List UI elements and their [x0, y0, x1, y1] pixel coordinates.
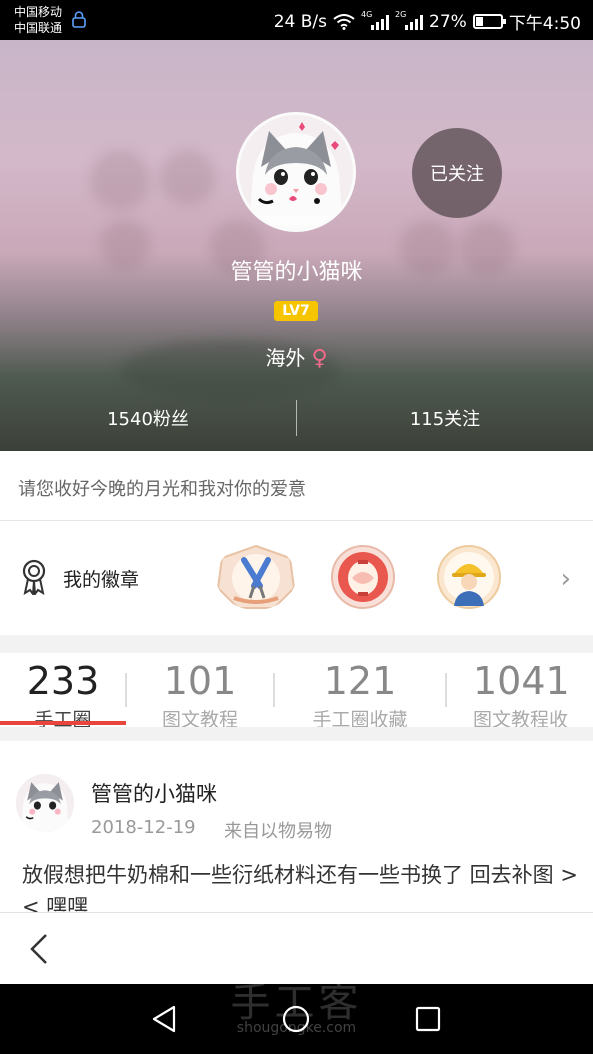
status-indicators: 24 B/s 4G 2G 27% 下午4:50: [273, 9, 581, 35]
status-bar: 中国移动 中国联通 24 B/s 4G 2G 27% 下午4:50: [0, 0, 593, 40]
nav-back-button[interactable]: [148, 1002, 182, 1036]
profile-header: 已关注 管管的小猫咪 LV7 海外 ♀ 1540粉丝 115关注: [0, 40, 593, 451]
tab-circle-favorites[interactable]: 121 手工圈收藏: [275, 653, 445, 727]
system-nav-bar: 手工客 shougongke.com: [0, 980, 593, 1054]
tab-tutorials[interactable]: 101 图文教程: [127, 653, 273, 727]
clock: 下午4:50: [508, 14, 581, 34]
lantern-badge[interactable]: [330, 544, 396, 610]
tab-count: 1041: [473, 659, 570, 703]
profile-screen: 中国移动 中国联通 24 B/s 4G 2G 27% 下午4:50 已关注 管管…: [0, 0, 593, 1054]
back-button[interactable]: [22, 929, 62, 969]
following-count[interactable]: 115关注: [297, 398, 593, 438]
carrier-1: 中国移动: [14, 5, 63, 19]
pliers-badge[interactable]: [216, 544, 296, 610]
tab-label: 图文教程: [161, 709, 238, 727]
tab-count: 101: [163, 659, 237, 703]
post-date: 2018-12-19: [91, 817, 196, 838]
cat-avatar-image: [239, 115, 353, 229]
section-gap: [0, 727, 593, 741]
signal-2-icon: 2G: [395, 10, 424, 30]
tab-label: 图文教程收: [473, 709, 569, 727]
fans-count[interactable]: 1540粉丝: [0, 398, 296, 438]
medal-icon: [22, 559, 46, 595]
tab-handcraft-circle[interactable]: 233 手工圈: [0, 653, 126, 727]
location-row: 海外 ♀: [0, 342, 593, 371]
badges-label: 我的徽章: [63, 569, 140, 591]
profile-avatar[interactable]: [236, 112, 356, 232]
post-author-avatar[interactable]: [16, 774, 74, 832]
nav-recents-button[interactable]: [411, 1002, 445, 1036]
back-arrow-icon: [30, 934, 47, 964]
carrier-info: 中国移动 中国联通: [14, 4, 62, 36]
post-text[interactable]: 放假想把牛奶棉和一些衍纸材料还有一些书换了 回去补图 >< 嘿嘿: [22, 859, 582, 912]
female-icon: ♀: [311, 346, 328, 371]
circle-home-icon: [282, 1005, 310, 1033]
battery-percent: 27%: [429, 11, 467, 32]
chevron-right-icon[interactable]: ›: [561, 564, 571, 594]
battery-icon: [472, 14, 506, 29]
location-text: 海外: [265, 346, 306, 370]
tab-label: 手工圈收藏: [312, 709, 408, 727]
net-speed: 24 B/s: [273, 11, 328, 32]
level-badge: LV7: [274, 301, 318, 321]
follow-stats: 1540粉丝 115关注: [0, 398, 593, 438]
square-recents-icon: [415, 1006, 441, 1032]
wifi-icon: [333, 13, 355, 30]
profile-username: 管管的小猫咪: [230, 260, 363, 285]
post-source: 来自以物易物: [224, 821, 332, 842]
content-tabs: 233 手工圈 101 图文教程 121 手工圈收藏 1041 图文教程收: [0, 653, 593, 727]
post-author-name[interactable]: 管管的小猫咪: [91, 778, 217, 808]
nav-home-button[interactable]: [279, 1002, 313, 1036]
tab-count: 121: [323, 659, 397, 703]
active-tab-indicator: [0, 721, 126, 725]
signal-1-icon: 4G: [361, 10, 390, 30]
cat-avatar-image: [16, 774, 74, 832]
triangle-back-icon: [152, 1005, 176, 1033]
tab-count: 233: [26, 659, 100, 703]
follow-button[interactable]: 已关注: [412, 128, 502, 218]
tab-tutorial-favorites[interactable]: 1041 图文教程收: [447, 653, 593, 727]
vpn-lock-icon: [72, 11, 86, 28]
profile-bio: 请您收好今晚的月光和我对你的爱意: [18, 479, 306, 500]
worker-badge[interactable]: [436, 544, 502, 610]
section-gap: [0, 635, 593, 653]
carrier-2: 中国联通: [14, 21, 63, 35]
badges-row[interactable]: 我的徽章 ›: [0, 521, 593, 635]
